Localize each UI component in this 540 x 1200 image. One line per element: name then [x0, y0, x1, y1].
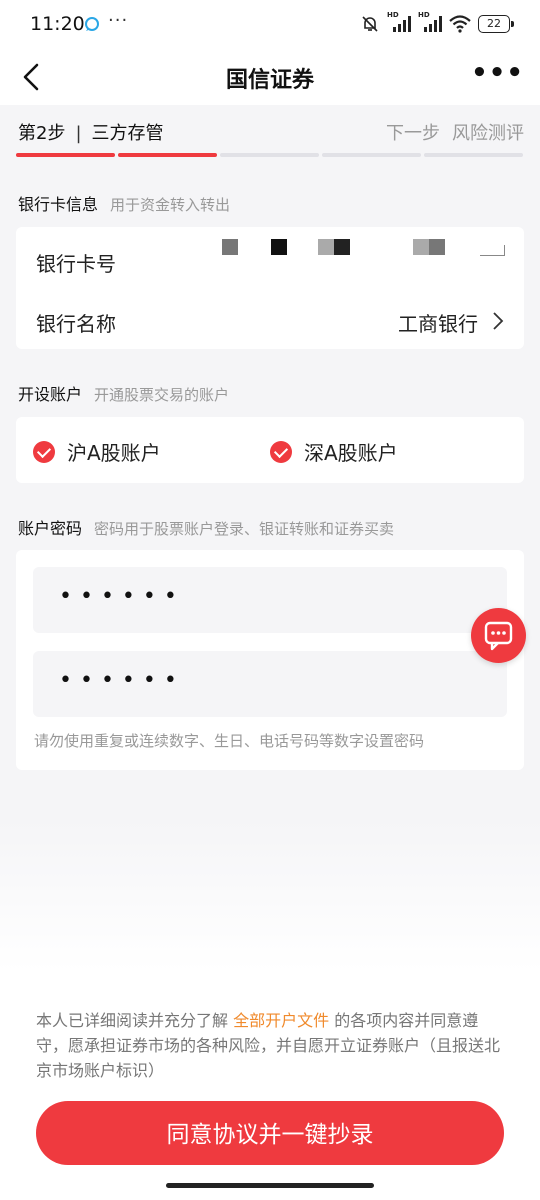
signal-icon: HD: [387, 11, 411, 34]
password-panel: •••••• •••••• 请勿使用重复或连续数字、生日、电话号码等数字设置密码: [16, 550, 524, 770]
check-icon: [33, 440, 55, 463]
progress-segment: [424, 153, 523, 157]
progress-segment: [220, 153, 319, 157]
all-documents-link[interactable]: 全部开户文件: [233, 1011, 329, 1030]
check-icon: [270, 440, 292, 463]
signal-icon-2: HD: [418, 11, 442, 34]
account-section-hint: 开通股票交易的账户: [94, 386, 230, 404]
password-hint: 请勿使用重复或连续数字、生日、电话号码等数字设置密码: [34, 732, 425, 750]
next-step-name: 风险测评: [452, 123, 524, 144]
sz-a-account-label: 深A股账户: [304, 441, 398, 465]
bank-card-panel: 银行卡号 银行名称 工商银行: [16, 227, 524, 349]
bank-name-row[interactable]: 银行名称 工商银行: [36, 308, 504, 337]
chat-bubble-icon: [484, 621, 513, 651]
sh-a-account-checkbox[interactable]: 沪A股账户: [33, 437, 161, 466]
account-panel: 沪A股账户 深A股账户: [16, 417, 524, 483]
page-title: 国信证券: [225, 68, 314, 93]
step-name: 三方存管: [91, 123, 164, 144]
nav-header: 国信证券 •••: [0, 50, 540, 105]
bank-section-hint: 用于资金转入转出: [110, 196, 231, 214]
next-step-label: 下一步: [386, 123, 440, 144]
mute-bell-icon: [362, 16, 378, 32]
sh-a-account-label: 沪A股账户: [67, 441, 161, 465]
step-number: 第2步: [18, 123, 66, 144]
home-indicator[interactable]: [166, 1183, 374, 1188]
progress-segment: [322, 153, 421, 157]
customer-service-button[interactable]: [471, 608, 526, 663]
step-separator: |: [75, 123, 82, 144]
next-step: 下一步 风险测评: [386, 119, 524, 145]
bank-section-title: 银行卡信息 用于资金转入转出: [18, 195, 231, 214]
step-indicator: 第2步 | 三方存管 下一步 风险测评: [0, 105, 540, 185]
agree-and-copy-button[interactable]: 同意协议并一键抄录: [36, 1101, 504, 1165]
battery-icon: 22: [478, 15, 514, 33]
account-section-title: 开设账户 开通股票交易的账户: [18, 385, 230, 404]
progress-segment: [16, 153, 115, 157]
more-notifications-icon: ···: [108, 10, 129, 31]
step-progress-bar: [16, 153, 523, 157]
card-number-label: 银行卡号: [36, 252, 116, 276]
status-time: 11:20: [30, 13, 85, 35]
sz-a-account-checkbox[interactable]: 深A股账户: [270, 437, 398, 466]
password-section-title: 账户密码 密码用于股票账户登录、银证转账和证券买卖: [18, 519, 395, 538]
password-value: ••••••: [59, 584, 185, 609]
confirm-password-value: ••••••: [59, 668, 185, 693]
bank-name-value: 工商银行: [398, 308, 504, 337]
status-bar: 11:20 ··· HD HD 22: [0, 0, 540, 50]
chevron-right-icon: [493, 312, 504, 330]
confirm-password-input[interactable]: ••••••: [33, 651, 507, 717]
agreement-text: 本人已详细阅读并充分了解 全部开户文件 的各项内容并同意遵守，愿承担证券市场的各…: [36, 1011, 501, 1080]
wifi-icon: [449, 15, 471, 33]
current-step: 第2步 | 三方存管: [18, 119, 164, 145]
card-number-masked-value: [201, 239, 511, 259]
password-section-hint: 密码用于股票账户登录、银证转账和证券买卖: [94, 520, 395, 538]
more-menu-icon[interactable]: •••: [471, 58, 524, 88]
password-input[interactable]: ••••••: [33, 567, 507, 633]
progress-segment: [118, 153, 217, 157]
bank-name-label: 银行名称: [36, 312, 116, 336]
message-notification-icon: [85, 17, 99, 31]
